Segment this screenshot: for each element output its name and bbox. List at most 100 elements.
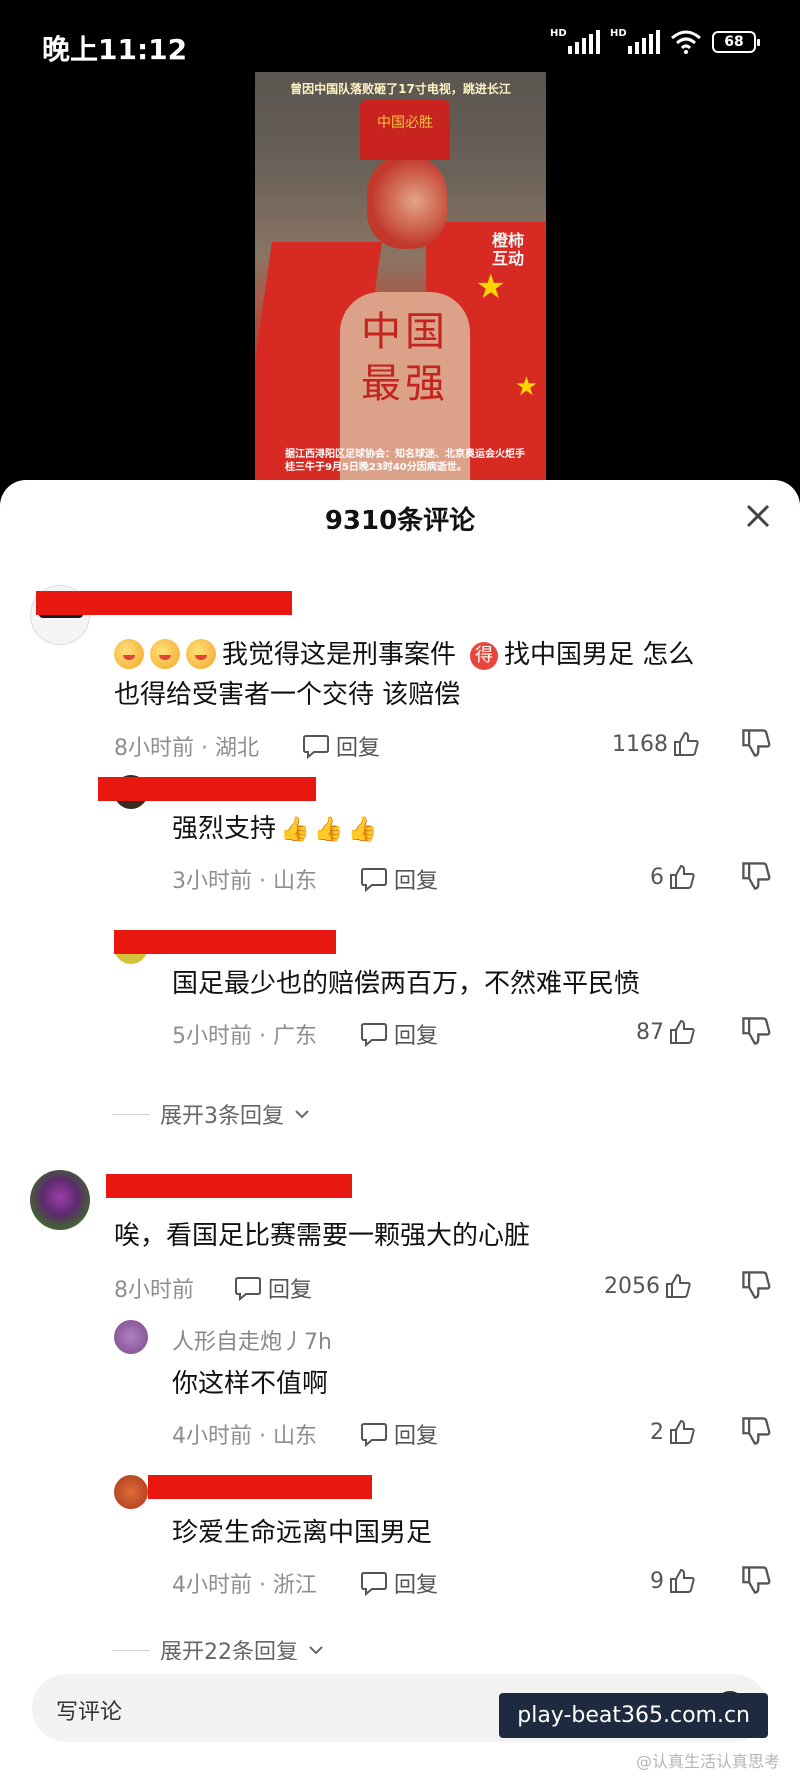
like-button[interactable]: 1168 bbox=[612, 730, 700, 758]
reply-label: 回复 bbox=[394, 869, 439, 894]
like-button[interactable]: 87 bbox=[636, 1018, 696, 1046]
chevron-down-icon bbox=[309, 1646, 323, 1655]
expand-label: 展开3条回复 bbox=[160, 1104, 284, 1129]
flag-star-icon-small: ★ bbox=[514, 372, 538, 402]
emoji-icon bbox=[186, 639, 216, 669]
reply-time: 4小时前 · 山东 bbox=[172, 1424, 317, 1449]
status-icons: HD HD 68 bbox=[550, 28, 760, 54]
reply-button[interactable]: 回复 bbox=[360, 863, 438, 895]
author-watermark: @认真生活认真思考 bbox=[635, 1752, 780, 1771]
like-count: 1168 bbox=[612, 731, 668, 757]
wifi-icon bbox=[671, 30, 701, 54]
redacted-username bbox=[114, 930, 336, 954]
like-button[interactable]: 2056 bbox=[604, 1272, 692, 1300]
like-count: 87 bbox=[636, 1019, 664, 1045]
expand-replies-button[interactable]: 展开22条回复 bbox=[112, 1640, 324, 1660]
video-caption-bottom: 据江西浔阳区足球协会：知名球迷、北京奥运会火炬手桂三牛于9月5日晚23时40分因… bbox=[285, 449, 525, 473]
divider bbox=[112, 1113, 150, 1115]
reply-text: 你这样不值啊 bbox=[172, 1369, 329, 1399]
thumbs-up-icon bbox=[670, 1019, 695, 1044]
comment-bubble-icon bbox=[235, 1277, 261, 1301]
avatar[interactable] bbox=[114, 1475, 148, 1509]
redacted-username bbox=[106, 1174, 352, 1198]
like-count: 9 bbox=[650, 1568, 664, 1594]
reply-username[interactable]: 人形自走炮丿7h bbox=[172, 1324, 332, 1356]
reply-button[interactable]: 回复 bbox=[302, 730, 380, 762]
thumbs-down-icon[interactable] bbox=[740, 1015, 772, 1047]
avatar[interactable] bbox=[114, 1320, 148, 1354]
thumbs-down-icon[interactable] bbox=[740, 1415, 772, 1447]
comment-time: 8小时前 bbox=[114, 1278, 194, 1303]
painted-face bbox=[367, 154, 447, 249]
close-icon[interactable] bbox=[738, 496, 778, 536]
site-watermark: play-beat365.com.cn bbox=[499, 1693, 768, 1738]
comments-sheet: 9310条评论 我觉得这是刑事案件得找中国男足 怎么 也得给受害者一个交待 该赔… bbox=[0, 480, 800, 1778]
comment-input-placeholder[interactable]: 写评论 bbox=[56, 1694, 122, 1726]
thumbs-down-icon[interactable] bbox=[740, 860, 772, 892]
thumbs-up-icon bbox=[670, 1568, 695, 1593]
de-badge-icon: 得 bbox=[470, 642, 499, 670]
reply-time: 4小时前 · 浙江 bbox=[172, 1573, 317, 1598]
reply-button[interactable]: 回复 bbox=[360, 1567, 438, 1599]
thumbs-up-icon bbox=[674, 731, 699, 756]
thumbs-up-emoji-icon: 👍 bbox=[347, 815, 378, 843]
emoji-icon bbox=[150, 639, 180, 669]
thumbs-up-emoji-icon: 👍 bbox=[313, 815, 344, 843]
reply-label: 回复 bbox=[394, 1424, 439, 1449]
red-hat: 中国必胜 bbox=[360, 100, 450, 160]
reply-button[interactable]: 回复 bbox=[234, 1272, 312, 1304]
comment-bubble-icon bbox=[361, 1423, 387, 1447]
thumbs-down-icon[interactable] bbox=[740, 1564, 772, 1596]
status-time: 晚上11:12 bbox=[42, 33, 188, 66]
reply-label: 回复 bbox=[394, 1024, 439, 1049]
comment-bubble-icon bbox=[361, 1023, 387, 1047]
like-count: 2056 bbox=[604, 1273, 660, 1299]
video-caption-top: 曾因中国队落败砸了17寸电视，跳进长江 bbox=[290, 82, 511, 96]
reply-text: 强烈支持 👍 👍 👍 bbox=[172, 809, 378, 849]
like-count: 2 bbox=[650, 1419, 664, 1445]
like-button[interactable]: 2 bbox=[650, 1418, 696, 1446]
like-button[interactable]: 9 bbox=[650, 1567, 696, 1595]
like-count: 6 bbox=[650, 864, 664, 890]
reply-button[interactable]: 回复 bbox=[360, 1418, 438, 1450]
thumbs-down-icon[interactable] bbox=[740, 727, 772, 759]
flag-star-icon: ★ bbox=[475, 267, 506, 307]
thumbs-up-icon bbox=[670, 1419, 695, 1444]
comment-text: 我觉得这是刑事案件得找中国男足 怎么 也得给受害者一个交待 该赔偿 bbox=[114, 635, 764, 715]
redacted-username bbox=[36, 591, 292, 615]
comment-text-part: 也得给受害者一个交待 该赔偿 bbox=[114, 680, 461, 710]
cellular-signal-icon-2: HD bbox=[610, 28, 660, 54]
reply-label: 回复 bbox=[336, 736, 381, 761]
comment-bubble-icon bbox=[303, 735, 329, 759]
expand-replies-button[interactable]: 展开3条回复 bbox=[112, 1098, 310, 1130]
redacted-username bbox=[98, 777, 316, 801]
reply-time: 3小时前 · 山东 bbox=[172, 869, 317, 894]
comment-bubble-icon bbox=[361, 868, 387, 892]
thumbs-up-emoji-icon: 👍 bbox=[280, 815, 310, 843]
thumbs-down-icon[interactable] bbox=[740, 1269, 772, 1301]
redacted-username bbox=[148, 1475, 372, 1499]
battery-icon: 68 bbox=[712, 31, 760, 53]
expand-label: 展开22条回复 bbox=[160, 1640, 298, 1660]
divider bbox=[112, 1649, 150, 1651]
thumbs-up-icon bbox=[666, 1273, 691, 1298]
avatar[interactable] bbox=[30, 1170, 90, 1230]
reply-text-part: 强烈支持 bbox=[172, 814, 277, 844]
comment-bubble-icon bbox=[361, 1572, 387, 1596]
video-thumbnail[interactable]: ★ ★ 中国最强 中国必胜 曾因中国队落败砸了17寸电视，跳进长江 橙柿 互动 … bbox=[255, 72, 546, 480]
comment-text-part: 找中国男足 怎么 bbox=[504, 640, 695, 670]
emoji-icon bbox=[114, 639, 144, 669]
comment-text: 唉，看国足比赛需要一颗强大的心脏 bbox=[114, 1221, 531, 1251]
battery-level: 68 bbox=[724, 34, 744, 50]
comment-time: 8小时前 · 湖北 bbox=[114, 736, 259, 761]
reply-label: 回复 bbox=[268, 1278, 313, 1303]
cellular-signal-icon: HD bbox=[550, 28, 600, 54]
reply-button[interactable]: 回复 bbox=[360, 1018, 438, 1050]
video-watermark: 橙柿 互动 bbox=[491, 231, 524, 268]
reply-label: 回复 bbox=[394, 1573, 439, 1598]
chevron-down-icon bbox=[295, 1110, 309, 1119]
reply-time: 5小时前 · 广东 bbox=[172, 1024, 317, 1049]
reply-text: 国足最少也的赔偿两百万，不然难平民愤 bbox=[172, 969, 641, 999]
like-button[interactable]: 6 bbox=[650, 863, 696, 891]
thumbs-up-icon bbox=[670, 864, 695, 889]
